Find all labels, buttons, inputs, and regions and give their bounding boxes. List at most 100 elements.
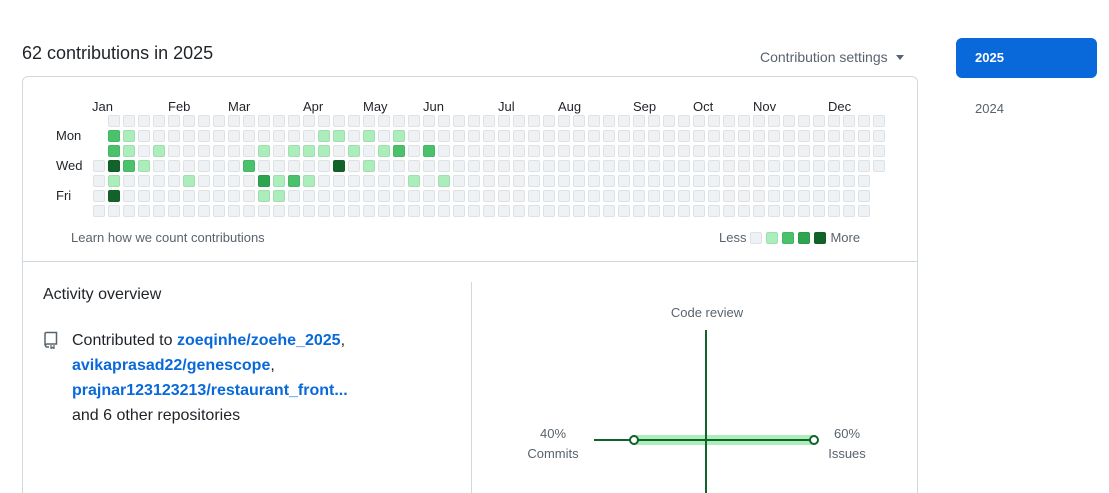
- contribution-day-cell[interactable]: [348, 130, 360, 142]
- contribution-day-cell[interactable]: [768, 160, 780, 172]
- contribution-day-cell[interactable]: [678, 190, 690, 202]
- contribution-day-cell[interactable]: [528, 175, 540, 187]
- contribution-day-cell[interactable]: [438, 205, 450, 217]
- contribution-day-cell[interactable]: [723, 160, 735, 172]
- contribution-day-cell[interactable]: [213, 205, 225, 217]
- contribution-day-cell[interactable]: [108, 205, 120, 217]
- contribution-day-cell[interactable]: [738, 145, 750, 157]
- contribution-day-cell[interactable]: [543, 160, 555, 172]
- contribution-day-cell[interactable]: [243, 205, 255, 217]
- contribution-day-cell[interactable]: [498, 115, 510, 127]
- contribution-day-cell[interactable]: [618, 205, 630, 217]
- contribution-day-cell[interactable]: [243, 160, 255, 172]
- contribution-day-cell[interactable]: [813, 190, 825, 202]
- contribution-day-cell[interactable]: [423, 175, 435, 187]
- contribution-day-cell[interactable]: [423, 115, 435, 127]
- contribution-day-cell[interactable]: [543, 145, 555, 157]
- contribution-day-cell[interactable]: [633, 130, 645, 142]
- contribution-day-cell[interactable]: [543, 205, 555, 217]
- contribution-day-cell[interactable]: [738, 205, 750, 217]
- contribution-day-cell[interactable]: [108, 130, 120, 142]
- contribution-day-cell[interactable]: [273, 115, 285, 127]
- contribution-day-cell[interactable]: [738, 175, 750, 187]
- contribution-day-cell[interactable]: [573, 160, 585, 172]
- contribution-day-cell[interactable]: [603, 145, 615, 157]
- contribution-day-cell[interactable]: [543, 130, 555, 142]
- contribution-day-cell[interactable]: [228, 190, 240, 202]
- contribution-day-cell[interactable]: [813, 175, 825, 187]
- contribution-day-cell[interactable]: [798, 145, 810, 157]
- contribution-day-cell[interactable]: [723, 130, 735, 142]
- contribution-day-cell[interactable]: [693, 205, 705, 217]
- contribution-day-cell[interactable]: [858, 115, 870, 127]
- contribution-day-cell[interactable]: [183, 205, 195, 217]
- contribution-day-cell[interactable]: [843, 160, 855, 172]
- contribution-day-cell[interactable]: [528, 160, 540, 172]
- contribution-day-cell[interactable]: [183, 175, 195, 187]
- contribution-day-cell[interactable]: [243, 175, 255, 187]
- contribution-day-cell[interactable]: [468, 130, 480, 142]
- contribution-day-cell[interactable]: [258, 160, 270, 172]
- contribution-day-cell[interactable]: [483, 145, 495, 157]
- contribution-day-cell[interactable]: [108, 160, 120, 172]
- contribution-day-cell[interactable]: [648, 145, 660, 157]
- contribution-day-cell[interactable]: [678, 130, 690, 142]
- contribution-day-cell[interactable]: [633, 145, 645, 157]
- contribution-day-cell[interactable]: [198, 205, 210, 217]
- contribution-day-cell[interactable]: [753, 175, 765, 187]
- contribution-day-cell[interactable]: [93, 175, 105, 187]
- contribution-day-cell[interactable]: [723, 115, 735, 127]
- contribution-day-cell[interactable]: [153, 160, 165, 172]
- contribution-day-cell[interactable]: [663, 160, 675, 172]
- contribution-day-cell[interactable]: [753, 160, 765, 172]
- contribution-day-cell[interactable]: [678, 145, 690, 157]
- contribution-day-cell[interactable]: [198, 160, 210, 172]
- contribution-day-cell[interactable]: [183, 130, 195, 142]
- contribution-day-cell[interactable]: [873, 130, 885, 142]
- contribution-day-cell[interactable]: [693, 175, 705, 187]
- contribution-day-cell[interactable]: [558, 115, 570, 127]
- contribution-day-cell[interactable]: [408, 115, 420, 127]
- contribution-day-cell[interactable]: [363, 145, 375, 157]
- contribution-day-cell[interactable]: [408, 145, 420, 157]
- contribution-day-cell[interactable]: [138, 175, 150, 187]
- contribution-day-cell[interactable]: [318, 205, 330, 217]
- contribution-day-cell[interactable]: [558, 175, 570, 187]
- contribution-day-cell[interactable]: [768, 145, 780, 157]
- contribution-day-cell[interactable]: [528, 145, 540, 157]
- contribution-day-cell[interactable]: [318, 115, 330, 127]
- contribution-day-cell[interactable]: [498, 175, 510, 187]
- contribution-day-cell[interactable]: [798, 175, 810, 187]
- contribution-day-cell[interactable]: [408, 130, 420, 142]
- contribution-day-cell[interactable]: [348, 145, 360, 157]
- contribution-day-cell[interactable]: [93, 190, 105, 202]
- contribution-day-cell[interactable]: [153, 130, 165, 142]
- contribution-day-cell[interactable]: [168, 115, 180, 127]
- contribution-day-cell[interactable]: [513, 115, 525, 127]
- contribution-day-cell[interactable]: [588, 205, 600, 217]
- contribution-day-cell[interactable]: [393, 190, 405, 202]
- contribution-day-cell[interactable]: [333, 205, 345, 217]
- contribution-day-cell[interactable]: [273, 175, 285, 187]
- contribution-day-cell[interactable]: [303, 130, 315, 142]
- contribution-day-cell[interactable]: [483, 160, 495, 172]
- contribution-day-cell[interactable]: [213, 160, 225, 172]
- contribution-day-cell[interactable]: [288, 190, 300, 202]
- repo-link[interactable]: avikaprasad22/genescope: [72, 357, 270, 374]
- contribution-day-cell[interactable]: [738, 160, 750, 172]
- contribution-day-cell[interactable]: [828, 130, 840, 142]
- contribution-day-cell[interactable]: [393, 160, 405, 172]
- contribution-day-cell[interactable]: [303, 160, 315, 172]
- contribution-day-cell[interactable]: [513, 190, 525, 202]
- contribution-day-cell[interactable]: [618, 175, 630, 187]
- contribution-day-cell[interactable]: [438, 115, 450, 127]
- contribution-day-cell[interactable]: [813, 115, 825, 127]
- contribution-day-cell[interactable]: [108, 190, 120, 202]
- contribution-day-cell[interactable]: [483, 205, 495, 217]
- contribution-day-cell[interactable]: [393, 175, 405, 187]
- contribution-day-cell[interactable]: [138, 160, 150, 172]
- contribution-day-cell[interactable]: [198, 115, 210, 127]
- contribution-day-cell[interactable]: [363, 130, 375, 142]
- contribution-day-cell[interactable]: [198, 175, 210, 187]
- contribution-day-cell[interactable]: [273, 190, 285, 202]
